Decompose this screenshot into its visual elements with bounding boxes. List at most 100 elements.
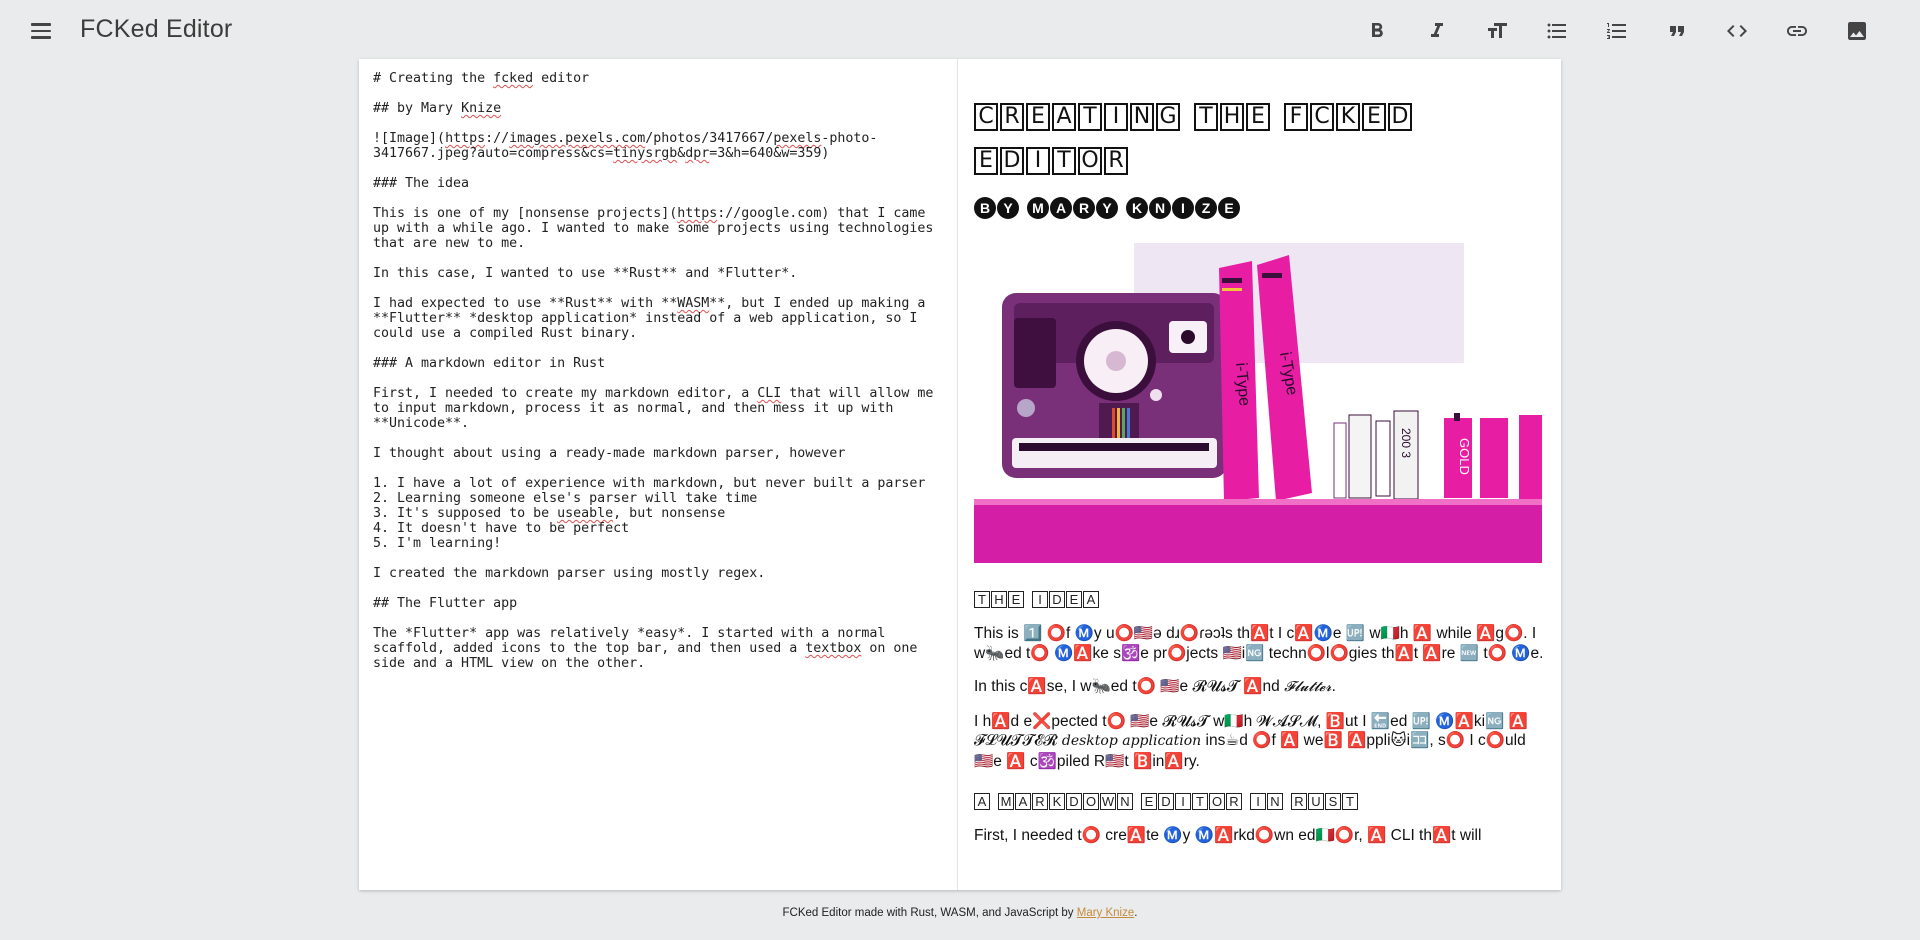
svg-text:200 3: 200 3 (1399, 428, 1413, 458)
heading-letter: G (1156, 103, 1180, 131)
camera-photo-image: i-Type i-Type 200 3 GOLD (974, 243, 1542, 563)
heading-letter: E (1141, 793, 1157, 810)
heading-letter: I (1175, 793, 1191, 810)
heading-letter: E (1218, 197, 1240, 219)
heading-letter: R (1032, 793, 1048, 810)
heading-letter: R (1226, 793, 1242, 810)
heading-word: IN (1250, 793, 1283, 810)
heading-letter: K (1049, 793, 1065, 810)
image-button[interactable] (1842, 16, 1872, 46)
source-line: 1. I have a lot of experience with markd… (373, 476, 926, 491)
menu-icon[interactable] (28, 20, 56, 42)
source-line: # Creating the fcked editor (373, 71, 590, 86)
heading-word: IDEA (1032, 591, 1099, 608)
heading-letter: R (1000, 103, 1024, 131)
heading-letter: F (1284, 103, 1308, 131)
heading-letter: K (1126, 197, 1148, 219)
source-line: to input markdown, process it as normal,… (373, 401, 894, 416)
bold-button[interactable] (1362, 16, 1392, 46)
heading-letter: E (974, 147, 998, 175)
heading-letter: T (974, 591, 990, 608)
author-link[interactable]: Mary Knize (1077, 907, 1135, 919)
heading-letter: T (1052, 147, 1076, 175)
heading-letter: A (1050, 197, 1072, 219)
html-preview: CREATINGTHEFCKEDEDITOR BYMARYKNIZE i-Typ… (958, 59, 1561, 890)
text-size-icon (1488, 23, 1507, 38)
misspelled-word: tinysrgb (613, 146, 678, 161)
source-line: This is one of my [nonsense projects](ht… (373, 206, 926, 221)
heading-letter: T (1194, 103, 1218, 131)
heading-letter: M (998, 793, 1014, 810)
paragraph-3-italic: desktop application (1061, 733, 1202, 749)
source-line: 5. I'm learning! (373, 536, 502, 551)
preview-heading-2: BYMARYKNIZE (974, 197, 1545, 219)
heading-word: MARKDOWN (998, 793, 1133, 810)
heading-letter: W (1100, 793, 1116, 810)
preview-heading-1: CREATINGTHEFCKEDEDITOR (974, 103, 1534, 187)
misspelled-word: images.pexels.com (509, 131, 646, 146)
preview-heading-markdown-editor: AMARKDOWNEDITORINRUST (974, 793, 1545, 814)
heading-letter: K (1336, 103, 1360, 131)
source-line: ![Image](https://images.pexels.com/photo… (373, 131, 878, 146)
misspelled-word: CLI (757, 386, 782, 401)
heading-letter: E (1026, 103, 1050, 131)
numbered-list-button[interactable] (1602, 16, 1632, 46)
code-icon (1727, 25, 1747, 37)
preview-paragraph-2: In this c🅰️se, I w🐜ed t⭕ 🇺🇸e 𝓡𝓤𝓼𝓣 🅰️nd 𝓕… (974, 677, 1545, 698)
heading-letter: I (1250, 793, 1266, 810)
heading-button[interactable] (1482, 16, 1512, 46)
preview-paragraph-1: This is 1️⃣ ⭕f Ⓜ️y u⭕🇺🇸ə dɹ⭕ɾǝɔʇs th🅰️t … (974, 625, 1544, 662)
code-button[interactable] (1722, 16, 1752, 46)
heading-letter: C (1310, 103, 1334, 131)
heading-letter: E (1066, 591, 1082, 608)
italic-button[interactable] (1422, 16, 1452, 46)
source-line: In this case, I wanted to use **Rust** a… (373, 266, 798, 281)
source-line: 4. It doesn't have to be perfect (373, 521, 630, 536)
misspelled-word: Knize (461, 101, 502, 116)
link-button[interactable] (1782, 16, 1812, 46)
source-line: I created the markdown parser using most… (373, 566, 766, 581)
source-line: that are new to me. (373, 236, 526, 251)
misspelled-word: dpr (685, 146, 710, 161)
heading-letter: H (1220, 103, 1244, 131)
source-line: 3417667.jpeg?auto=compress&cs=tinysrgb&d… (373, 146, 830, 161)
heading-letter: R (1073, 197, 1095, 219)
source-line: ### The idea (373, 176, 470, 191)
heading-letter: M (1027, 197, 1049, 219)
heading-word: THE (1194, 103, 1270, 131)
heading-letter: A (974, 793, 990, 810)
markdown-input[interactable]: # Creating the fcked editor ## by Mary K… (359, 59, 958, 890)
heading-letter: D (1158, 793, 1174, 810)
heading-letter: B (974, 197, 996, 219)
heading-letter: A (1015, 793, 1031, 810)
heading-letter: A (1052, 103, 1076, 131)
source-line: **Unicode**. (373, 416, 470, 431)
app-bar: FCKed Editor (0, 0, 1920, 62)
heading-letter: Z (1195, 197, 1217, 219)
italic-icon (1431, 23, 1443, 37)
bulleted-list-button[interactable] (1542, 16, 1572, 46)
source-line: 3. It's supposed to be useable, but nons… (373, 506, 726, 521)
app-title: FCKed Editor (80, 15, 233, 43)
misspelled-word: WASM (677, 296, 710, 311)
heading-letter: U (1308, 793, 1324, 810)
heading-letter: N (1267, 793, 1283, 810)
source-line: The *Flutter* app was relatively *easy*.… (373, 626, 886, 641)
heading-letter: D (1000, 147, 1024, 175)
heading-word: EDITOR (1141, 793, 1242, 810)
source-line: ## by Mary Knize (373, 101, 502, 116)
heading-letter: I (1026, 147, 1050, 175)
heading-letter: R (1291, 793, 1307, 810)
heading-letter: E (1362, 103, 1386, 131)
heading-word: THE (974, 591, 1024, 608)
heading-word: BY (974, 197, 1019, 219)
heading-letter: D (1388, 103, 1412, 131)
numbered-list-icon (1607, 23, 1626, 39)
heading-letter: S (1325, 793, 1341, 810)
markdown-source-text[interactable]: # Creating the fcked editor ## by Mary K… (373, 71, 943, 671)
misspelled-word: useable (557, 506, 614, 521)
quote-button[interactable] (1662, 16, 1692, 46)
paragraph-2-end: . (1331, 678, 1336, 695)
editor-card: # Creating the fcked editor ## by Mary K… (359, 59, 1561, 890)
source-line: 2. Learning someone else's parser will t… (373, 491, 758, 506)
